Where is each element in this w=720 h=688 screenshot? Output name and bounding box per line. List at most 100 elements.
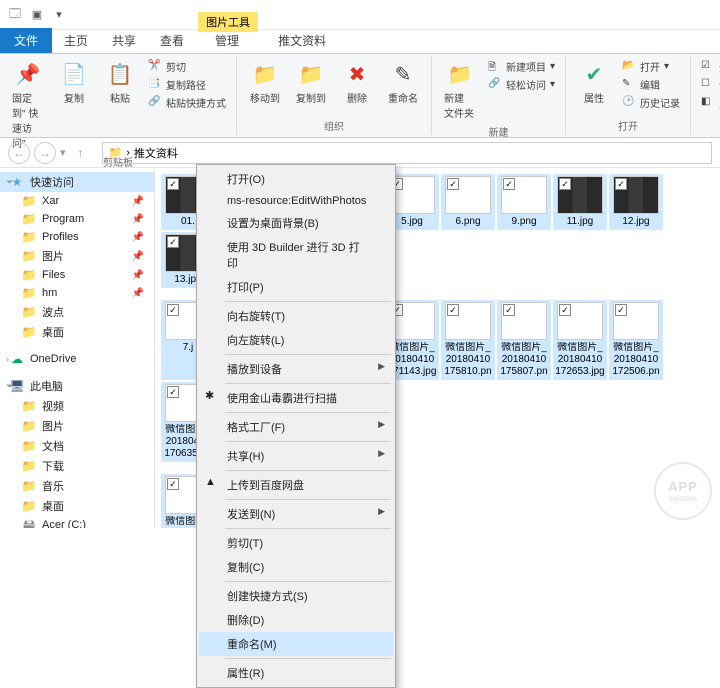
file-item[interactable]: ✓微信图片_20180410172653.jpg (553, 300, 607, 380)
nav-item[interactable]: 📁文档 (0, 436, 154, 456)
tab-home[interactable]: 主页 (52, 28, 100, 53)
new-folder-button[interactable]: 📁新建 文件夹 (440, 58, 480, 122)
nav-item[interactable]: 📁Profiles📌 (0, 228, 154, 246)
file-name: 11.jpg (567, 216, 594, 228)
group-organize: 组织 (245, 116, 423, 135)
file-name: 9.png (511, 216, 536, 228)
file-item[interactable]: ✓微信图片_20180410175807.png (497, 300, 551, 380)
group-open: 打开 (574, 116, 682, 135)
back-button[interactable]: ← (8, 142, 30, 164)
copy-path-button[interactable]: 📑复制路径 (146, 76, 228, 93)
file-menu[interactable]: 文件 (0, 28, 52, 53)
nav-onedrive[interactable]: ›☁OneDrive (0, 350, 154, 368)
nav-quick-access[interactable]: ⏷★快速访问 (0, 172, 154, 192)
context-menu-item[interactable]: 删除(D) (199, 608, 393, 632)
file-item[interactable]: ✓微信图片_20180410175810.png (441, 300, 495, 380)
paste-button[interactable]: 📋粘贴 (100, 58, 140, 107)
nav-item[interactable]: 📁Files📌 (0, 266, 154, 284)
breadcrumb-current[interactable]: 推文资料 (134, 145, 178, 161)
new-item-button[interactable]: 🗎新建项目 ▾ (486, 58, 557, 75)
context-menu-item[interactable]: ▲上传到百度网盘 (199, 473, 393, 497)
tab-manage[interactable]: 管理 (203, 32, 251, 53)
group-select: 选择 (699, 116, 720, 135)
select-all-button[interactable]: ☑全部选择 (699, 58, 720, 75)
context-menu-item[interactable]: ms-resource:EditWithPhotos (199, 191, 393, 211)
context-menu-item[interactable]: 创建快捷方式(S) (199, 584, 393, 608)
context-menu-item[interactable]: 使用 3D Builder 进行 3D 打印 (199, 235, 393, 275)
move-to-button[interactable]: 📁移动到 (245, 58, 285, 107)
file-item[interactable]: ✓12.jpg (609, 174, 663, 230)
file-item[interactable]: ✓ 9.png (497, 174, 551, 230)
paste-shortcut-button[interactable]: 🔗粘贴快捷方式 (146, 94, 228, 111)
file-item[interactable]: ✓微信图片_20180410172506.png (609, 300, 663, 380)
edit-button[interactable]: ✎编辑 (620, 76, 682, 93)
context-menu-item[interactable]: 向左旋转(L) (199, 328, 393, 352)
qat-dropdown-icon[interactable]: ▾ (50, 6, 68, 24)
context-menu-item[interactable]: 打印(P) (199, 275, 393, 299)
pin-icon: 📌 (132, 270, 144, 281)
nav-item[interactable]: 📁音乐 (0, 476, 154, 496)
history-button[interactable]: 🕑历史记录 (620, 94, 682, 111)
select-none-button[interactable]: ☐全部取消 (699, 76, 720, 93)
submenu-arrow-icon: ▶ (378, 448, 385, 459)
nav-item[interactable]: 📁桌面 (0, 322, 154, 342)
context-menu-item[interactable]: 属性(R) (199, 661, 393, 685)
file-item[interactable]: ✓6.png (441, 174, 495, 230)
checkbox-icon[interactable]: ✓ (447, 178, 459, 190)
pin-quick-access-button[interactable]: 📌固定到" 快速访问" (8, 58, 48, 152)
file-item[interactable]: ✓ 11.jpg (553, 174, 607, 230)
nav-item[interactable]: 📁图片 (0, 416, 154, 436)
rename-button[interactable]: ✎重命名 (383, 58, 423, 107)
nav-item[interactable]: 📁Program📌 (0, 210, 154, 228)
ribbon-tabs: 文件 主页 共享 查看 图片工具 管理 推文资料 (0, 30, 720, 54)
nav-item[interactable]: 📁视频 (0, 396, 154, 416)
qat-props-icon[interactable]: ▣ (28, 6, 46, 24)
submenu-arrow-icon: ▶ (378, 506, 385, 517)
nav-item[interactable]: 📁下载 (0, 456, 154, 476)
nav-item[interactable]: 📁波点 (0, 302, 154, 322)
checkbox-icon[interactable]: ✓ (167, 178, 179, 190)
recent-dropdown-icon[interactable]: ▾ (60, 146, 66, 159)
context-menu-item[interactable]: 剪切(T) (199, 531, 393, 555)
easy-access-button[interactable]: 🔗轻松访问 ▾ (486, 76, 557, 93)
copy-button[interactable]: 📄复制 (54, 58, 94, 107)
nav-this-pc[interactable]: ⏷🖥此电脑 (0, 376, 154, 396)
nav-item[interactable]: 📁hm📌 (0, 284, 154, 302)
up-button[interactable]: ↑ (70, 142, 92, 164)
forward-button[interactable]: → (34, 142, 56, 164)
checkbox-icon[interactable]: ✓ (167, 478, 179, 490)
checkbox-icon[interactable]: ✓ (559, 178, 571, 190)
menu-item-icon: ✱ (205, 389, 221, 405)
context-menu-item[interactable]: 设置为桌面背景(B) (199, 211, 393, 235)
context-menu-item[interactable]: 向右旋转(T) (199, 304, 393, 328)
breadcrumb[interactable]: 📁 › 推文资料 (102, 142, 712, 164)
nav-item[interactable]: 🖴Acer (C:) (0, 516, 154, 528)
context-menu: 打开(O)ms-resource:EditWithPhotos设置为桌面背景(B… (196, 164, 396, 688)
context-menu-item[interactable]: 共享(H)▶ (199, 444, 393, 468)
delete-button[interactable]: ✖删除 (337, 58, 377, 107)
folder-icon: 📁 (109, 146, 123, 159)
tab-share[interactable]: 共享 (100, 28, 148, 53)
context-menu-item[interactable]: 发送到(N)▶ (199, 502, 393, 526)
checkbox-icon[interactable]: ✓ (615, 178, 627, 190)
cut-button[interactable]: ✂️剪切 (146, 58, 228, 75)
copy-to-button[interactable]: 📁复制到 (291, 58, 331, 107)
checkbox-icon[interactable]: ✓ (167, 236, 179, 248)
open-button[interactable]: 📂打开 ▾ (620, 58, 682, 75)
checkbox-icon[interactable]: ✓ (503, 178, 515, 190)
context-menu-item[interactable]: 重命名(M) (199, 632, 393, 656)
context-menu-item[interactable]: ✱使用金山毒霸进行扫描 (199, 386, 393, 410)
nav-item[interactable]: 📁Xar📌 (0, 192, 154, 210)
tab-view[interactable]: 查看 (148, 28, 196, 53)
nav-item[interactable]: 📁桌面 (0, 496, 154, 516)
invert-selection-button[interactable]: ◧反向选择 (699, 94, 720, 111)
context-menu-item[interactable]: 复制(C) (199, 555, 393, 579)
context-menu-item[interactable]: 格式工厂(F)▶ (199, 415, 393, 439)
context-menu-item[interactable]: 播放到设备▶ (199, 357, 393, 381)
nav-item[interactable]: 📁图片📌 (0, 246, 154, 266)
context-menu-item[interactable]: 打开(O) (199, 167, 393, 191)
watermark: APPsolution (654, 462, 712, 520)
properties-button[interactable]: ✔属性 (574, 58, 614, 107)
pin-icon: 📌 (132, 251, 144, 262)
submenu-arrow-icon: ▶ (378, 419, 385, 430)
